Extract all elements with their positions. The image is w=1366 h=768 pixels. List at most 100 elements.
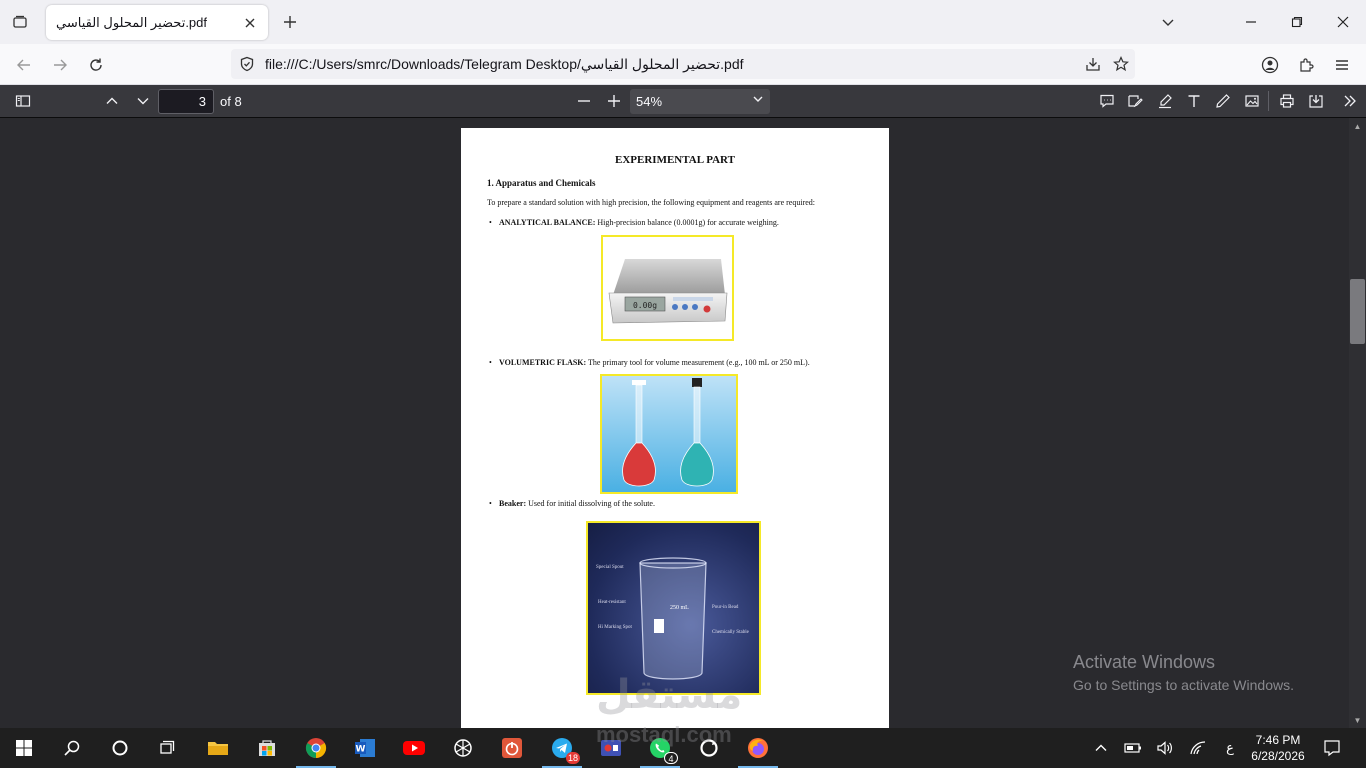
extensions-icon[interactable]: [1292, 51, 1320, 79]
tab-title: تحضير المحلول القياسي.pdf: [56, 14, 207, 30]
file-explorer-icon[interactable]: [198, 732, 238, 764]
vertical-scrollbar[interactable]: [1349, 118, 1366, 728]
youtube-icon[interactable]: [394, 732, 434, 764]
zoom-select[interactable]: 54%: [630, 89, 770, 114]
restore-icon[interactable]: [1274, 6, 1320, 38]
item-term: VOLUMETRIC FLASK:: [499, 358, 587, 367]
input-language-indicator[interactable]: ع: [1218, 736, 1242, 760]
next-page-icon[interactable]: [131, 89, 155, 113]
image-icon[interactable]: [1240, 89, 1264, 113]
section-heading: 1. Apparatus and Chemicals: [487, 178, 596, 188]
svg-text:Chemically Stable: Chemically Stable: [712, 630, 750, 635]
minimize-icon[interactable]: [1228, 6, 1274, 38]
svg-text:250 mL: 250 mL: [670, 605, 689, 611]
comment-icon[interactable]: [1095, 89, 1119, 113]
activate-subtitle: Go to Settings to activate Windows.: [1073, 677, 1294, 693]
close-tab-icon[interactable]: [238, 11, 262, 35]
microsoft-store-icon[interactable]: [247, 732, 287, 764]
wifi-icon[interactable]: [1186, 736, 1210, 760]
system-clock[interactable]: 7:46 PM 6/28/2026: [1248, 732, 1308, 764]
svg-text:Heat-resistant: Heat-resistant: [598, 600, 626, 605]
page-count-label: of 8: [220, 94, 242, 109]
telegram-icon[interactable]: 18: [542, 732, 582, 768]
chatgpt-icon[interactable]: [443, 732, 483, 764]
svg-text:0.00g: 0.00g: [633, 301, 657, 310]
task-view-icon[interactable]: [148, 732, 188, 764]
battery-icon[interactable]: [1121, 736, 1145, 760]
item-term: Beaker:: [499, 499, 527, 508]
item-term: ANALYTICAL BALANCE:: [499, 218, 596, 227]
pdf-viewer[interactable]: EXPERIMENTAL PART 1. Apparatus and Chemi…: [0, 118, 1366, 728]
svg-text:Special Spout: Special Spout: [596, 565, 624, 570]
chevron-down-icon: [752, 93, 764, 108]
analytical-balance-image: 0.00g: [601, 235, 734, 341]
svg-text:Pour-in Bead: Pour-in Bead: [712, 605, 739, 610]
list-all-tabs-icon[interactable]: [1156, 10, 1180, 34]
zoom-value: 54%: [636, 94, 663, 109]
zoom-out-icon[interactable]: [572, 89, 596, 113]
draw-icon[interactable]: [1211, 89, 1235, 113]
chrome-icon[interactable]: [296, 732, 336, 768]
firefox-icon[interactable]: [738, 732, 778, 768]
watermark-url: mostaql.com: [596, 722, 732, 747]
previous-page-icon[interactable]: [100, 89, 124, 113]
page-number-input[interactable]: 3: [158, 89, 214, 114]
telegram-badge: 18: [565, 752, 580, 764]
address-bar[interactable]: file:///C:/Users/smrc/Downloads/Telegram…: [231, 49, 1135, 79]
download-icon[interactable]: [1079, 50, 1107, 78]
list-item: Beaker: Used for initial dissolving of t…: [489, 499, 655, 508]
save-icon[interactable]: [1304, 89, 1328, 113]
back-arrow-icon[interactable]: [10, 51, 38, 79]
tab-strip: تحضير المحلول القياسي.pdf: [0, 0, 1366, 44]
pdf-toolbar: 3 of 8 54%: [0, 85, 1366, 118]
search-icon[interactable]: [52, 732, 92, 764]
close-window-icon[interactable]: [1320, 6, 1366, 38]
new-tab-icon[interactable]: [278, 10, 302, 34]
item-description: High-precision balance (0.0001g) for acc…: [595, 218, 779, 227]
reload-icon[interactable]: [82, 51, 110, 79]
navigation-bar: file:///C:/Users/smrc/Downloads/Telegram…: [0, 44, 1366, 85]
svg-text:Hi Marking Spot: Hi Marking Spot: [598, 625, 633, 630]
list-item: VOLUMETRIC FLASK: The primary tool for v…: [489, 358, 810, 367]
print-icon[interactable]: [1275, 89, 1299, 113]
highlight-icon[interactable]: [1153, 89, 1177, 113]
shield-icon[interactable]: [233, 50, 261, 78]
activate-windows-notice: Activate Windows Go to Settings to activ…: [1073, 652, 1294, 693]
scroll-down-arrow-icon[interactable]: ▼: [1350, 713, 1365, 727]
svg-text:W: W: [356, 745, 366, 755]
account-icon[interactable]: [1256, 51, 1284, 79]
sidebar-toggle-icon[interactable]: [11, 89, 35, 113]
bookmark-star-icon[interactable]: [1107, 50, 1135, 78]
intro-paragraph: To prepare a standard solution with high…: [487, 198, 816, 207]
text-icon[interactable]: [1182, 89, 1206, 113]
document-title: EXPERIMENTAL PART: [615, 154, 735, 166]
item-description: The primary tool for volume measurement …: [586, 358, 810, 367]
activate-title: Activate Windows: [1073, 652, 1216, 672]
menu-icon[interactable]: [1328, 51, 1356, 79]
volume-icon[interactable]: [1153, 736, 1177, 760]
item-description: Used for initial dissolving of the solut…: [526, 499, 655, 508]
scrollbar-thumb[interactable]: [1350, 279, 1365, 344]
power-app-icon[interactable]: [492, 732, 532, 764]
cortana-icon[interactable]: [100, 732, 140, 764]
notifications-icon[interactable]: [1320, 736, 1344, 760]
url-text: file:///C:/Users/smrc/Downloads/Telegram…: [265, 55, 744, 72]
beaker-image: 250 mL Special Spout Heat-resistant Hi M…: [586, 521, 761, 695]
pdf-page: EXPERIMENTAL PART 1. Apparatus and Chemi…: [461, 128, 889, 728]
clock-time: 7:46 PM: [1255, 733, 1301, 747]
whatsapp-badge: 4: [664, 752, 678, 764]
volumetric-flask-image: [600, 374, 738, 494]
watermark-logo: مستقل: [596, 673, 743, 717]
word-icon[interactable]: W: [345, 732, 385, 764]
clock-date: 6/28/2026: [1251, 749, 1305, 763]
more-tools-icon[interactable]: [1338, 89, 1362, 113]
scroll-up-arrow-icon[interactable]: ▲: [1350, 119, 1365, 133]
tab-list-icon[interactable]: [8, 10, 32, 34]
toolbar-separator: [1268, 91, 1269, 111]
windows-start-icon[interactable]: [4, 732, 44, 764]
active-tab[interactable]: تحضير المحلول القياسي.pdf: [46, 5, 268, 40]
show-hidden-icons-icon[interactable]: [1089, 736, 1113, 760]
forward-arrow-icon[interactable]: [46, 51, 74, 79]
signature-icon[interactable]: [1123, 89, 1147, 113]
zoom-in-icon[interactable]: [602, 89, 626, 113]
